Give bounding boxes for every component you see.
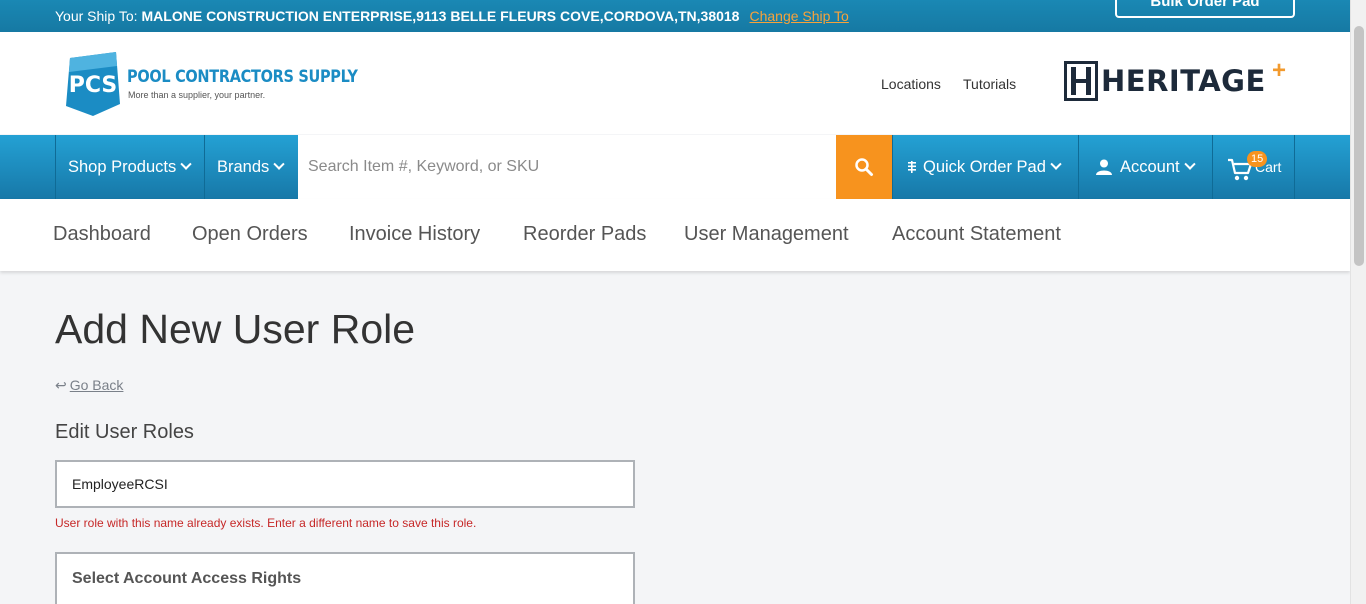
back-arrow-icon: ↩ (55, 377, 67, 393)
pcs-logo[interactable]: PCS POOL CONTRACTORS SUPPLY More than a … (64, 52, 358, 116)
ship-to-label: Your Ship To: (55, 8, 138, 24)
chevron-down-icon (180, 158, 192, 170)
chevron-down-icon (273, 158, 285, 170)
access-rights-title: Select Account Access Rights (72, 570, 302, 587)
cart-button[interactable]: 15 Cart (1212, 135, 1295, 199)
heritage-logo[interactable]: HERITAGE + (1064, 57, 1289, 103)
cart-count-badge: 15 (1247, 151, 1268, 167)
heritage-h-icon (1064, 61, 1098, 101)
locations-link[interactable]: Locations (881, 76, 941, 92)
shop-products-label: Shop Products (68, 157, 177, 176)
logo-tagline: More than a supplier, your partner. (128, 90, 266, 100)
ship-to-address: MALONE CONSTRUCTION ENTERPRISE,9113 BELL… (141, 8, 740, 24)
section-title: Edit User Roles (55, 421, 194, 443)
subnav-account-statement[interactable]: Account Statement (892, 223, 1061, 246)
main-navbar: Shop Products Brands Quick Order Pad Acc… (0, 135, 1350, 199)
shop-products-menu[interactable]: Shop Products (55, 135, 205, 199)
ship-to-bar: Your Ship To: MALONE CONSTRUCTION ENTERP… (0, 0, 1350, 32)
search-button[interactable] (836, 135, 892, 199)
account-access-rights-panel[interactable]: Select Account Access Rights (55, 552, 635, 604)
logo-abbrev: PCS (69, 73, 118, 98)
brands-menu[interactable]: Brands (204, 135, 298, 199)
role-name-error: User role with this name already exists.… (55, 516, 477, 530)
go-back-link[interactable]: ↩ Go Back (55, 377, 123, 394)
heritage-plus: + (1272, 57, 1287, 84)
page-scrollbar[interactable] (1350, 0, 1366, 604)
chevron-down-icon (1183, 158, 1196, 170)
role-name-input[interactable] (55, 460, 635, 508)
list-icon (908, 161, 916, 173)
go-back-label: Go Back (69, 377, 124, 393)
account-subnav: Dashboard Open Orders Invoice History Re… (0, 199, 1350, 271)
tutorials-link[interactable]: Tutorials (963, 76, 1016, 92)
subnav-dashboard[interactable]: Dashboard (53, 223, 151, 246)
page-title: Add New User Role (55, 306, 416, 352)
brands-label: Brands (217, 157, 270, 176)
subnav-user-management[interactable]: User Management (684, 223, 849, 246)
quick-order-pad-menu[interactable]: Quick Order Pad (892, 135, 1079, 199)
subnav-invoice-history[interactable]: Invoice History (349, 223, 480, 246)
pcs-shield-icon: PCS (66, 52, 120, 116)
chevron-down-icon (1050, 158, 1062, 170)
subnav-open-orders[interactable]: Open Orders (192, 223, 308, 246)
site-header: PCS POOL CONTRACTORS SUPPLY More than a … (0, 32, 1350, 134)
bulk-order-pad-button[interactable]: Bulk Order Pad (1115, 0, 1295, 18)
change-ship-to-link[interactable]: Change Ship To (749, 8, 848, 24)
scrollbar-thumb[interactable] (1354, 26, 1364, 266)
account-label: Account (1120, 157, 1180, 176)
cart-icon-wrap: 15 (1227, 151, 1268, 181)
logo-name: POOL CONTRACTORS SUPPLY (127, 68, 358, 87)
search-icon (855, 158, 873, 176)
user-icon (1096, 159, 1112, 175)
search-input[interactable] (298, 135, 836, 199)
account-menu[interactable]: Account (1078, 135, 1213, 199)
heritage-wordmark: HERITAGE (1101, 64, 1266, 98)
subnav-reorder-pads[interactable]: Reorder Pads (523, 223, 646, 246)
quick-order-pad-label: Quick Order Pad (923, 157, 1046, 176)
